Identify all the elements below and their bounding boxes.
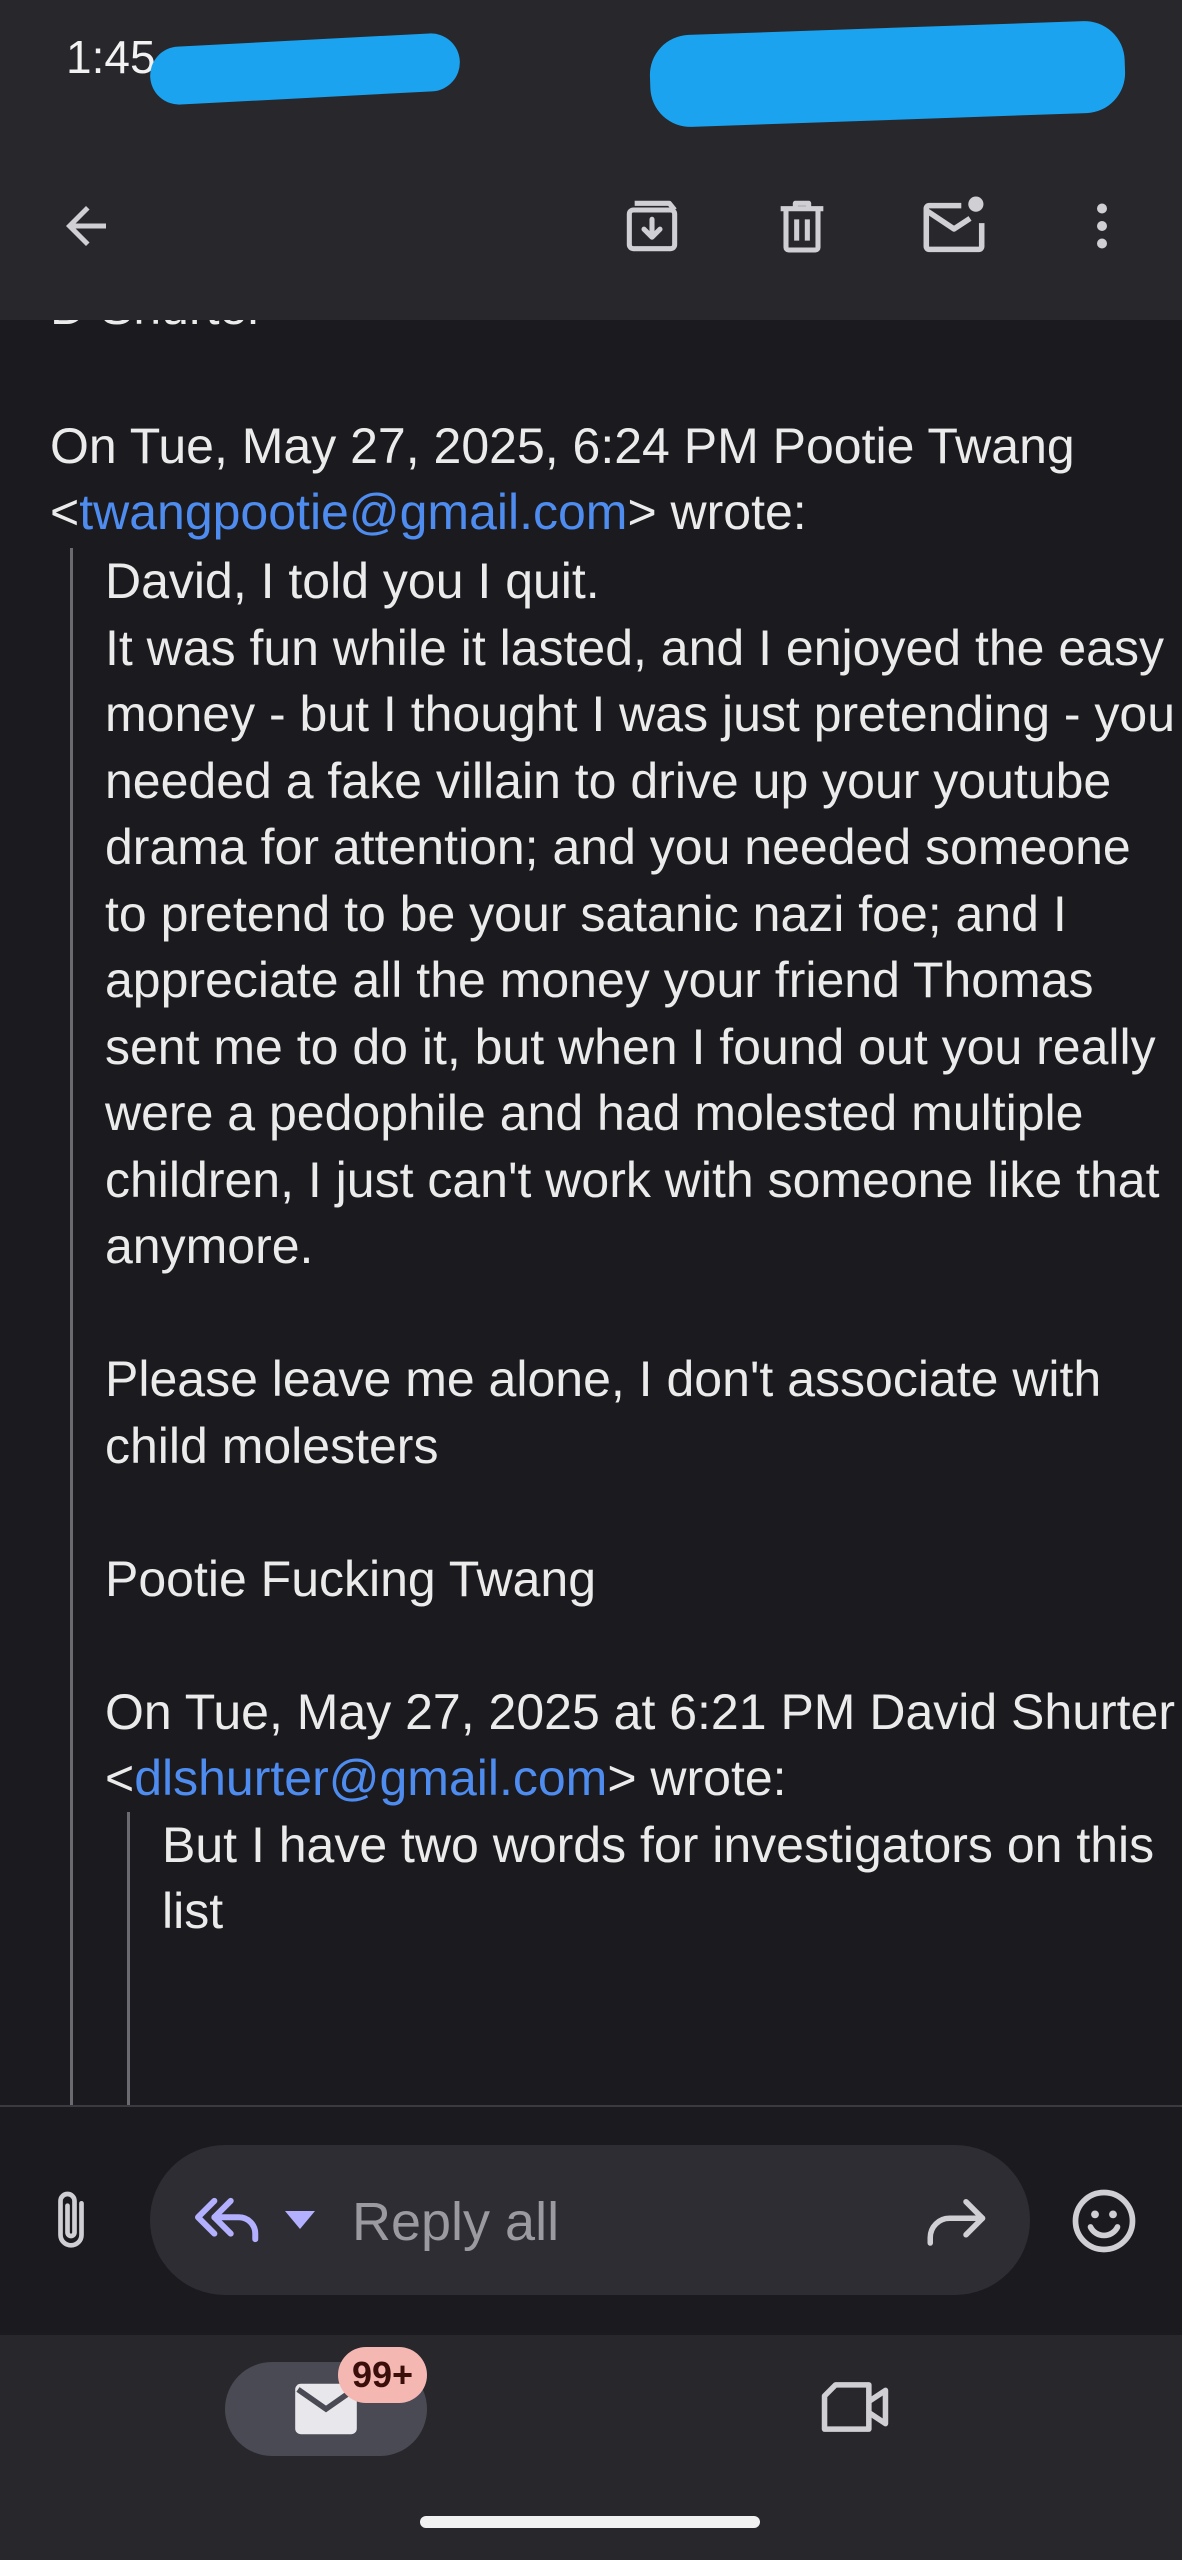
unread-count-badge: 99+ [338,2347,428,2403]
trash-icon [780,200,824,253]
redaction-mark-right [648,19,1127,129]
quoted-paragraph: It was fun while it lasted, and I enjoye… [105,619,1176,1275]
arrow-back-icon [66,206,106,246]
delete-button[interactable] [754,178,850,274]
email-body[interactable]: D Shurter On Tue, May 27, 2025, 6:24 PM … [0,320,1182,2105]
paperclip-icon [58,2191,84,2248]
archive-icon [626,200,678,252]
video-camera-icon [821,2382,889,2432]
redaction-mark-left [148,31,462,107]
nested-quoted-text: But I have two words for investigators o… [162,1816,1155,1940]
emoji-button[interactable] [1068,2185,1148,2265]
emoji-icon [1072,2189,1136,2253]
quoted-message: David, I told you I quit. It was fun whi… [70,548,1180,2105]
nested-quote-header: On Tue, May 27, 2025 at 6:21 PM David Sh… [105,1679,1180,1812]
status-time: 1:45 [66,31,156,83]
signature-cutoff: D Shurter [50,320,264,340]
nav-meet-tab[interactable] [800,2357,910,2457]
quote-header-suffix: > wrote: [627,484,807,540]
nested-quoted-message: But I have two words for investigators o… [127,1811,1180,2105]
more-options-button[interactable] [1054,178,1150,274]
reply-all-placeholder: Reply all [352,2192,560,2252]
mail-unread-icon [923,196,985,253]
nested-sender-email-link[interactable]: dlshurter@gmail.com [134,1750,607,1806]
archive-button[interactable] [604,178,700,274]
quote-header: On Tue, May 27, 2025, 6:24 PM Pootie Twa… [50,413,1150,545]
sender-email-link[interactable]: twangpootie@gmail.com [79,484,627,540]
home-indicator[interactable] [420,2516,760,2528]
mark-unread-button[interactable] [906,178,1002,274]
quoted-paragraph: Please leave me alone, I don't associate… [105,1351,1102,1474]
top-toolbar [0,130,1182,320]
quoted-paragraph: David, I told you I quit. [105,553,600,609]
nested-header-suffix: > wrote: [607,1750,787,1806]
forward-icon[interactable] [922,2195,988,2247]
more-vert-icon [1097,203,1107,249]
status-bar: 1:45 [0,0,1182,130]
quoted-signature: Pootie Fucking Twang [105,1550,597,1607]
reply-bar: Reply all [0,2105,1182,2335]
reply-all-field[interactable]: Reply all [150,2145,1030,2295]
caret-down-icon[interactable] [282,2207,318,2233]
reply-all-icon[interactable] [192,2190,264,2250]
back-button[interactable] [38,178,134,274]
attach-button[interactable] [36,2177,106,2267]
